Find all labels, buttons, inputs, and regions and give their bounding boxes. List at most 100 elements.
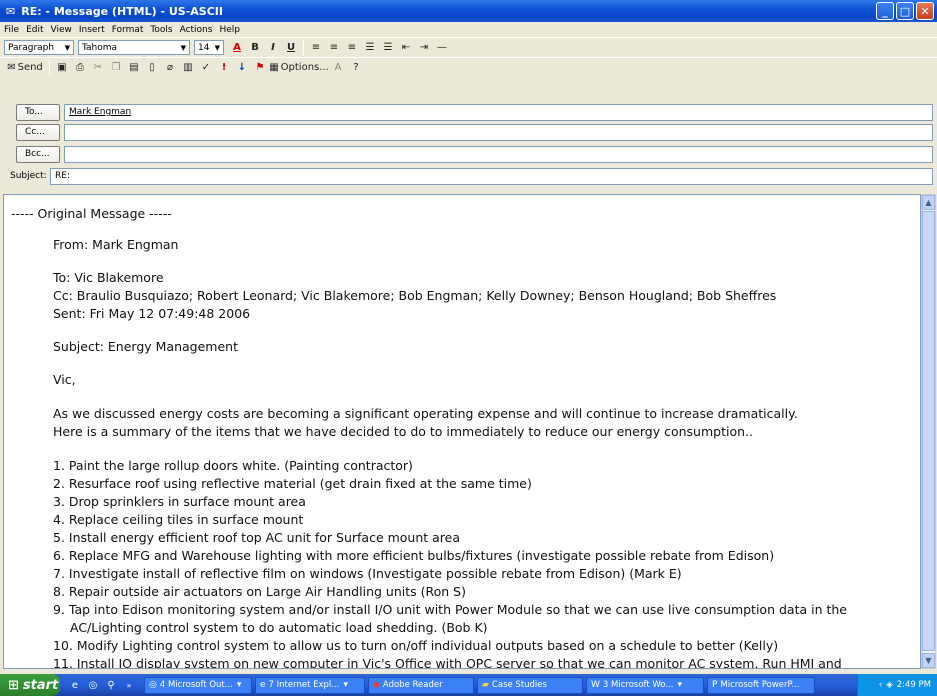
cc-button[interactable]: Cc... (16, 123, 60, 141)
style-select[interactable]: Paragraph ▼ (4, 40, 74, 55)
task-internet-explorer[interactable]: e7 Internet Expl... ▾ (255, 676, 365, 694)
save-icon[interactable]: ▣ (55, 60, 69, 75)
paragraph: Here is a summary of the items that we h… (53, 424, 753, 439)
cut-icon[interactable]: ✂ (91, 60, 105, 75)
original-message-header: ----- Original Message ----- (11, 206, 172, 221)
internet-explorer-icon: e (260, 680, 266, 690)
menu-bar: File Edit View Insert Format Tools Actio… (0, 22, 937, 37)
toolbar-separator (49, 60, 50, 75)
numbered-list-icon[interactable]: ☰ (363, 40, 377, 55)
start-label: start (22, 677, 59, 693)
scroll-up-icon[interactable]: ▲ (922, 195, 935, 210)
list-item: 4. Replace ceiling tiles in surface moun… (53, 512, 304, 527)
high-importance-icon[interactable]: ! (217, 60, 231, 75)
adobe-reader-icon: ◆ (373, 680, 380, 690)
check-names-icon[interactable]: ✓ (199, 60, 213, 75)
vertical-scrollbar[interactable]: ▲ ▼ (921, 194, 936, 669)
list-item: 8. Repair outside air actuators on Large… (53, 584, 466, 599)
list-item: 2. Resurface roof using reflective mater… (53, 476, 532, 491)
minimize-button[interactable]: _ (876, 2, 894, 20)
align-center-icon[interactable]: ≡ (327, 40, 341, 55)
subject-label: Subject: (10, 171, 47, 181)
start-button[interactable]: ⊞ start (0, 674, 60, 696)
list-item: 3. Drop sprinklers in surface mount area (53, 494, 306, 509)
search-icon[interactable]: ⚲ (104, 678, 118, 693)
bcc-button[interactable]: Bcc... (16, 145, 60, 163)
address-book-icon[interactable]: ▥ (181, 60, 195, 75)
cc-line: Cc: Braulio Busquiazo; Robert Leonard; V… (53, 288, 777, 303)
bcc-field[interactable] (64, 145, 933, 163)
task-microsoft-word[interactable]: W3 Microsoft Wo... ▾ (586, 676, 704, 694)
task-label: 7 Internet Expl... (268, 680, 340, 690)
subject-field[interactable]: RE: (50, 167, 933, 185)
bold-button[interactable]: B (248, 40, 262, 55)
to-line: To: Vic Blakemore (53, 270, 164, 285)
help-icon[interactable]: ? (349, 60, 363, 75)
to-button[interactable]: To... (16, 103, 60, 121)
list-item: 7. Investigate install of reflective fil… (53, 566, 682, 581)
paste-icon[interactable]: ▤ (127, 60, 141, 75)
chevron-down-icon: ▼ (180, 43, 186, 52)
size-value: 14 (198, 42, 210, 53)
send-button[interactable]: ✉ Send (6, 60, 44, 75)
recipient[interactable]: Mark Engman (69, 107, 131, 117)
task-powerpoint[interactable]: P Microsoft PowerP... (707, 676, 815, 694)
bulleted-list-icon[interactable]: ☰ (381, 40, 395, 55)
chevron-left-icon[interactable]: ‹ (879, 680, 882, 690)
maximize-button[interactable]: □ (896, 2, 914, 20)
menu-format[interactable]: Format (112, 25, 144, 35)
underline-button[interactable]: U (284, 40, 298, 55)
task-outlook[interactable]: ◎ 4 Microsoft Out... ▾ (144, 676, 252, 694)
menu-help[interactable]: Help (219, 25, 240, 35)
options-button[interactable]: ▦ Options... (269, 60, 329, 75)
internet-explorer-icon[interactable]: e (68, 678, 82, 693)
task-case-studies[interactable]: ▰ Case Studies (477, 676, 583, 694)
menu-actions[interactable]: Actions (180, 25, 213, 35)
align-right-icon[interactable]: ≡ (345, 40, 359, 55)
menu-tools[interactable]: Tools (150, 25, 172, 35)
close-button[interactable]: ✕ (916, 2, 934, 20)
outlook-icon[interactable]: ◎ (86, 678, 100, 693)
clock[interactable]: 2:49 PM (897, 680, 931, 690)
style-value: Paragraph (8, 42, 55, 53)
menu-view[interactable]: View (51, 25, 72, 35)
low-importance-icon[interactable]: ↓ (235, 60, 249, 75)
decrease-indent-icon[interactable]: ⇤ (399, 40, 413, 55)
print-icon[interactable]: ⎙ (73, 60, 87, 75)
message-body[interactable]: ----- Original Message ----- From: Mark … (3, 194, 921, 669)
task-adobe-reader[interactable]: ◆ Adobe Reader (368, 676, 474, 694)
chevron-down-icon: ▼ (214, 43, 220, 52)
menu-file[interactable]: File (4, 25, 19, 35)
cc-row: Cc... (0, 122, 937, 142)
to-field[interactable]: Mark Engman (64, 103, 933, 121)
windows-logo-icon: ⊞ (8, 677, 19, 693)
horizontal-line-icon[interactable]: — (435, 40, 449, 55)
cc-field[interactable] (64, 123, 933, 141)
chevron-right-icon[interactable]: » (122, 678, 136, 693)
paragraph: As we discussed energy costs are becomin… (53, 406, 798, 421)
network-icon[interactable]: ◈ (886, 680, 893, 690)
menu-edit[interactable]: Edit (26, 25, 43, 35)
list-item: 9. Tap into Edison monitoring system and… (53, 602, 847, 617)
subject-row: Subject: RE: (0, 166, 937, 186)
chevron-down-icon: ▾ (677, 680, 682, 690)
flag-icon[interactable]: ⚑ (253, 60, 267, 75)
font-value: Tahoma (82, 42, 118, 53)
insert-file-icon[interactable]: ▯ (145, 60, 159, 75)
attach-icon[interactable]: ⌀ (163, 60, 177, 75)
italic-button[interactable]: I (266, 40, 280, 55)
format-text-icon[interactable]: A (331, 60, 345, 75)
copy-icon[interactable]: ❐ (109, 60, 123, 75)
font-select[interactable]: Tahoma ▼ (78, 40, 190, 55)
scroll-thumb[interactable] (922, 211, 935, 651)
list-item: AC/Lighting control system to do automat… (70, 620, 488, 635)
menu-insert[interactable]: Insert (79, 25, 105, 35)
send-label: Send (17, 62, 43, 73)
align-left-icon[interactable]: ≡ (309, 40, 323, 55)
size-select[interactable]: 14 ▼ (194, 40, 224, 55)
send-icon: ✉ (7, 62, 16, 73)
chevron-down-icon: ▼ (64, 43, 70, 52)
increase-indent-icon[interactable]: ⇥ (417, 40, 431, 55)
scroll-down-icon[interactable]: ▼ (922, 653, 935, 668)
font-color-icon[interactable]: A (230, 40, 244, 55)
